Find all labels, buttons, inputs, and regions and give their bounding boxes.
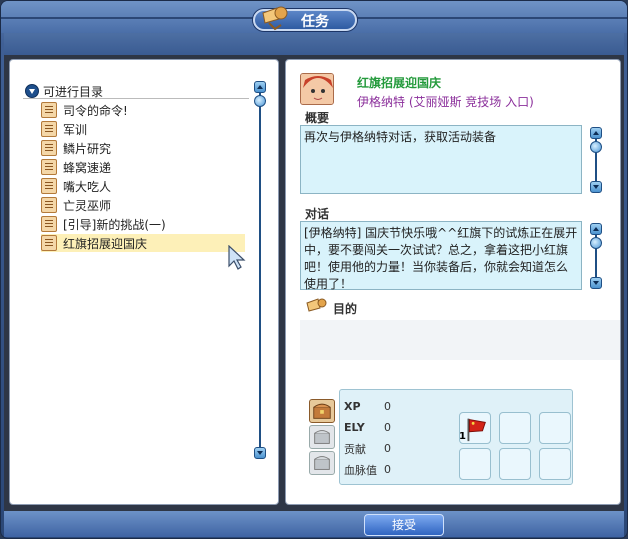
scroll-thumb[interactable]: [590, 237, 602, 249]
tree-item-8-selected[interactable]: 红旗招展迎国庆: [41, 234, 245, 252]
scroll-track[interactable]: [259, 91, 261, 449]
quest-title: 红旗招展迎国庆: [357, 76, 442, 90]
reward-slot-5[interactable]: [499, 448, 531, 480]
summary-scrollbar[interactable]: [590, 127, 602, 193]
chest-icon: [313, 403, 331, 419]
summary-text: 再次与伊格纳特对话，获取活动装备: [300, 125, 582, 194]
reward-tab-3[interactable]: [309, 451, 335, 475]
scroll-down-button[interactable]: [590, 277, 602, 289]
npc-location: 伊格纳特 (艾丽娅斯 竞技场 入口): [357, 95, 534, 109]
reward-value-xp: 0: [384, 400, 391, 413]
tree-item-7[interactable]: [引导]新的挑战(一): [41, 215, 245, 233]
scroll-thumb[interactable]: [254, 95, 266, 107]
tree-root-label: 可进行目录: [43, 85, 104, 99]
mouse-cursor-icon: [228, 245, 246, 270]
tree-item-6[interactable]: 亡灵巫师: [41, 196, 245, 214]
tree-item-2[interactable]: 军训: [41, 120, 245, 138]
reward-tab-chest[interactable]: [309, 399, 335, 423]
objective-area: [300, 320, 620, 360]
reward-tab-2[interactable]: [309, 425, 335, 449]
tree-item-3[interactable]: 鳞片研究: [41, 139, 245, 157]
reward-value-contribution: 0: [384, 442, 391, 455]
reward-label-ely: ELY: [344, 421, 365, 434]
quest-scroll-icon: [41, 102, 57, 118]
tree-root[interactable]: 可进行目录: [23, 83, 249, 99]
scroll-horn-icon: [262, 6, 288, 31]
scroll-up-button[interactable]: [590, 223, 602, 235]
bottom-bar: [4, 511, 624, 537]
reward-slot-2[interactable]: [499, 412, 531, 444]
reward-item-count: 1: [459, 431, 466, 442]
quest-scroll-icon: [41, 235, 57, 251]
chest-icon: [314, 430, 330, 444]
dialog-scrollbar[interactable]: [590, 223, 602, 289]
tree-item-4[interactable]: 蜂窝速递: [41, 158, 245, 176]
tree-item-1[interactable]: 司令的命令!: [41, 101, 245, 119]
tree-item-label: [引导]新的挑战(一): [63, 218, 166, 232]
collapse-icon[interactable]: [25, 84, 39, 98]
quest-scroll-icon: [41, 197, 57, 213]
scroll-thumb[interactable]: [590, 141, 602, 153]
reward-value-ely: 0: [384, 421, 391, 434]
quest-list-scrollbar[interactable]: [254, 81, 266, 459]
quest-scroll-icon: [41, 121, 57, 137]
quest-scroll-icon: [41, 216, 57, 232]
quest-scroll-icon: [41, 140, 57, 156]
tree-item-label: 嘴大吃人: [63, 180, 112, 194]
reward-label-xp: XP: [344, 400, 361, 413]
tree-item-5[interactable]: 嘴大吃人: [41, 177, 245, 195]
reward-value-bloodline: 0: [384, 463, 391, 476]
scroll-down-button[interactable]: [590, 181, 602, 193]
reward-slot-4[interactable]: [459, 448, 491, 480]
quest-scroll-icon: [41, 159, 57, 175]
quest-scroll-icon: [41, 178, 57, 194]
reward-label-bloodline: 血脉值: [344, 464, 377, 477]
reward-slot-3[interactable]: [539, 412, 571, 444]
npc-avatar: [300, 73, 334, 105]
tree-item-label: 红旗招展迎国庆: [63, 237, 148, 251]
scroll-down-button[interactable]: [254, 447, 266, 459]
dialog-text: [伊格纳特] 国庆节快乐哦^^红旗下的试炼正在展开中，要不要闯关一次试试？总之，…: [300, 221, 582, 291]
dialog-label: 对话: [305, 207, 330, 221]
tree-item-label: 蜂窝速递: [63, 161, 112, 175]
reward-label-contribution: 贡献: [344, 443, 366, 456]
accept-button[interactable]: 接受: [364, 514, 444, 536]
quest-window: 任务 可进行目录 司令的命令! 军训 鳞片研究 蜂窝速递 嘴大吃人 亡灵巫师 […: [0, 0, 628, 539]
tree-item-label: 亡灵巫师: [63, 199, 112, 213]
tree-item-label: 鳞片研究: [63, 142, 112, 156]
scroll-up-button[interactable]: [254, 81, 266, 93]
window-title: 任务: [301, 14, 329, 30]
scroll-up-button[interactable]: [590, 127, 602, 139]
scroll-horn-icon: [306, 298, 327, 312]
header-strip: [4, 33, 624, 55]
reward-slot-6[interactable]: [539, 448, 571, 480]
reward-tabs: [309, 399, 337, 475]
tree-item-label: 军训: [63, 123, 88, 137]
objective-label: 目的: [333, 302, 358, 316]
chest-icon: [314, 456, 330, 470]
tree-item-label: 司令的命令!: [63, 104, 128, 118]
summary-label: 概要: [305, 111, 330, 125]
